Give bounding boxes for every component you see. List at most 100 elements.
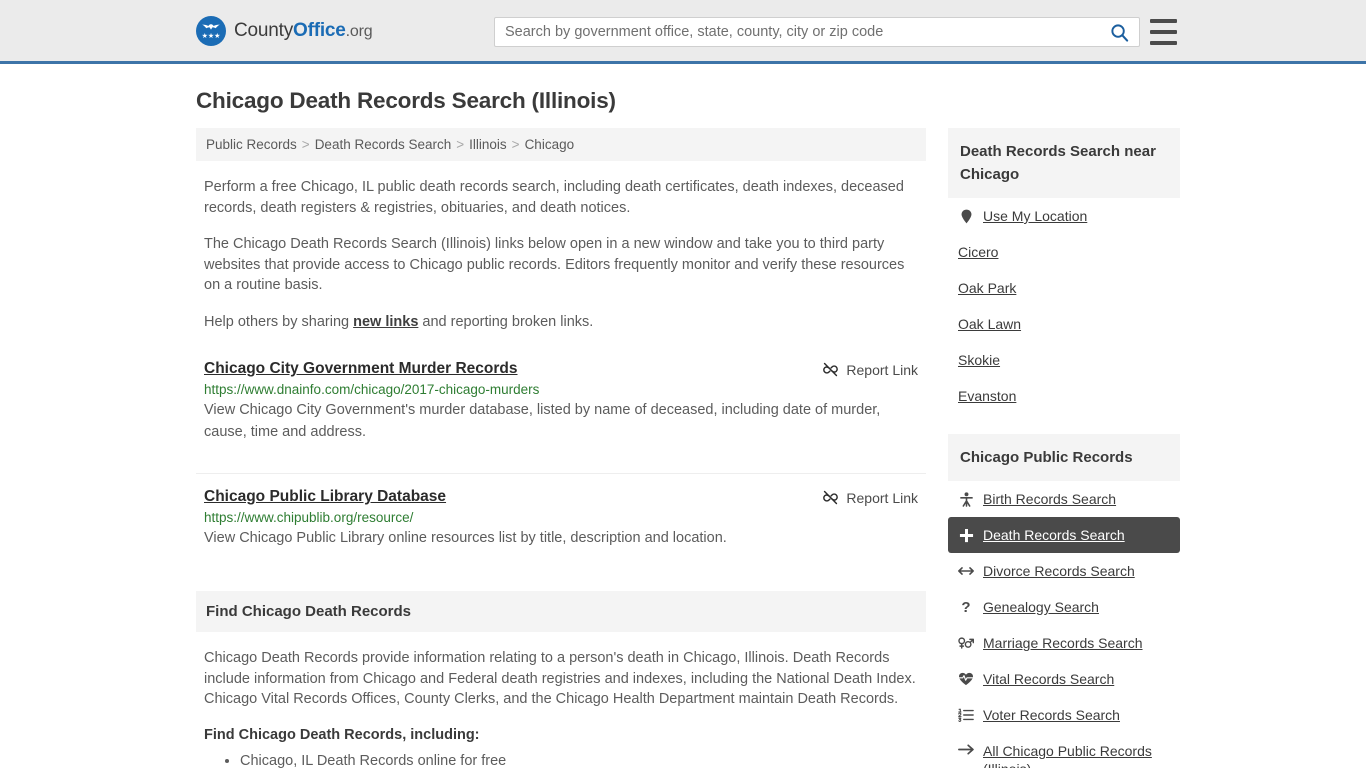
find-list-item: Chicago, IL Death Records online for fre… xyxy=(240,751,918,768)
records-item-voter-records-search[interactable]: Voter Records Search xyxy=(948,697,1180,733)
logo-text-office: Office xyxy=(293,19,346,41)
sidebar-item-label: Cicero xyxy=(958,244,999,260)
hamburger-menu-icon[interactable] xyxy=(1150,19,1177,45)
sidebar-item-label: Death Records Search xyxy=(983,527,1125,543)
public-records-list: Birth Records Search Death Records Search… xyxy=(948,481,1180,768)
result-description: View Chicago City Government's murder da… xyxy=(204,402,881,440)
logo-text-county: County xyxy=(234,19,294,41)
report-link-button[interactable]: Report Link xyxy=(822,360,918,378)
records-item-marriage-records-search[interactable]: Marriage Records Search xyxy=(948,625,1180,661)
eagle-stars-seal-icon: ★★★ xyxy=(196,15,226,46)
sidebar-item-label: Birth Records Search xyxy=(983,491,1117,507)
main-content: Public Records > Death Records Search > Illi… xyxy=(196,128,926,768)
page-container: Chicago Death Records Search (Illinois) … xyxy=(0,88,1366,768)
results-list: Chicago City Government Murder Records Re… xyxy=(196,346,926,565)
search-icon xyxy=(1110,23,1128,42)
arrow-right-icon xyxy=(958,742,974,756)
sidebar: Death Records Search near Chicago Use My… xyxy=(948,128,1180,768)
intro-paragraph-1: Perform a free Chicago, IL public death … xyxy=(204,179,904,216)
arrow-right-icon xyxy=(958,744,974,755)
result-url: https://www.chipublib.org/resource/ xyxy=(204,510,414,525)
report-link-button[interactable]: Report Link xyxy=(822,488,918,506)
sidebar-item-label: Vital Records Search xyxy=(983,671,1115,687)
search-button[interactable] xyxy=(1099,18,1139,46)
records-item-genealogy-search[interactable]: ? Genealogy Search xyxy=(948,589,1180,625)
result-header: Chicago Public Library Database Report Li… xyxy=(204,488,918,506)
site-header: ★★★ CountyOffice.org xyxy=(0,0,1366,64)
result-header: Chicago City Government Murder Records Re… xyxy=(204,360,918,378)
find-section-paragraph: Chicago Death Records provide informatio… xyxy=(204,650,916,707)
nearby-item-use-my-location[interactable]: Use My Location xyxy=(948,198,1180,234)
result-title-link[interactable]: Chicago City Government Murder Records xyxy=(204,360,518,378)
breadcrumb: Public Records > Death Records Search > Illi… xyxy=(196,128,926,161)
broken-link-icon xyxy=(823,490,839,505)
seal-stars: ★★★ xyxy=(201,32,221,40)
intro-paragraph-2: The Chicago Death Records Search (Illino… xyxy=(204,236,905,293)
baby-icon xyxy=(959,491,973,507)
left-right-arrow-icon xyxy=(958,565,974,577)
sidebar-item-label: Skokie xyxy=(958,352,1001,368)
question-mark-icon: ? xyxy=(961,598,971,616)
broken-link-icon xyxy=(823,362,839,377)
breadcrumb-separator: > xyxy=(456,137,465,152)
sidebar-item-label: Use My Location xyxy=(983,208,1088,224)
result-title-link[interactable]: Chicago Public Library Database xyxy=(204,488,446,506)
public-records-card: Chicago Public Records Birth Records Sea… xyxy=(948,434,1180,768)
records-item-divorce-records-search[interactable]: Divorce Records Search xyxy=(948,553,1180,589)
report-link-label: Report Link xyxy=(846,489,918,506)
site-logo[interactable]: ★★★ CountyOffice.org xyxy=(196,15,373,46)
result-item: Chicago City Government Murder Records Re… xyxy=(196,346,926,459)
venus-mars-icon xyxy=(958,636,974,650)
heartbeat-icon xyxy=(958,672,974,686)
share-text-before: Help others by sharing xyxy=(204,313,354,330)
breadcrumb-separator: > xyxy=(301,137,310,152)
sidebar-item-label: Voter Records Search xyxy=(983,707,1120,723)
nearby-item-evanston[interactable]: Evanston xyxy=(948,378,1180,414)
sidebar-item-label: All Chicago Public Records (Illinois) xyxy=(983,743,1152,768)
records-item-death-records-search[interactable]: Death Records Search xyxy=(948,517,1180,553)
report-link-label: Report Link xyxy=(846,361,918,378)
nearby-searches-card: Death Records Search near Chicago Use My… xyxy=(948,128,1180,414)
baby-icon xyxy=(958,491,974,507)
ordered-list-icon xyxy=(958,708,974,722)
nearby-item-oak-lawn[interactable]: Oak Lawn xyxy=(948,306,1180,342)
sidebar-item-label: Divorce Records Search xyxy=(983,563,1135,579)
venus-mars-icon xyxy=(958,637,974,649)
breadcrumb-item[interactable]: Public Records xyxy=(206,137,297,152)
nearby-item-skokie[interactable]: Skokie xyxy=(948,342,1180,378)
nearby-searches-heading: Death Records Search near Chicago xyxy=(948,128,1180,198)
cross-icon xyxy=(959,528,973,542)
breadcrumb-separator: > xyxy=(511,137,520,152)
left-right-arrow-icon xyxy=(958,567,974,575)
sidebar-item-label: Evanston xyxy=(958,388,1017,404)
search-input[interactable] xyxy=(495,18,1099,46)
map-pin-icon xyxy=(958,209,974,224)
search-bar[interactable] xyxy=(494,17,1140,47)
records-item-vital-records-search[interactable]: Vital Records Search xyxy=(948,661,1180,697)
nearby-item-cicero[interactable]: Cicero xyxy=(948,234,1180,270)
question-mark-icon: ? xyxy=(958,600,974,615)
result-description: View Chicago Public Library online resou… xyxy=(204,530,727,546)
breadcrumb-item[interactable]: Chicago xyxy=(525,137,575,152)
nearby-item-oak-park[interactable]: Oak Park xyxy=(948,270,1180,306)
records-item-all-chicago-public-records-illinois[interactable]: All Chicago Public Records (Illinois) xyxy=(948,733,1180,768)
find-section-heading: Find Chicago Death Records xyxy=(196,591,926,632)
cross-icon xyxy=(958,528,974,543)
find-section-list: Chicago, IL Death Records online for fre… xyxy=(204,751,918,768)
site-logo-text: CountyOffice.org xyxy=(234,19,373,42)
map-pin-icon xyxy=(961,209,971,223)
sidebar-item-label: Oak Lawn xyxy=(958,316,1022,332)
public-records-heading: Chicago Public Records xyxy=(948,434,1180,481)
sidebar-item-label: Marriage Records Search xyxy=(983,635,1143,651)
intro-paragraph-3: Help others by sharing new links and rep… xyxy=(196,312,926,333)
new-links-link[interactable]: new links xyxy=(353,314,418,330)
find-section-body: Chicago Death Records provide informatio… xyxy=(196,648,926,768)
nearby-searches-list: Use My Location Cicero Oak Park Oak Lawn Sko… xyxy=(948,198,1180,414)
breadcrumb-item[interactable]: Death Records Search xyxy=(315,137,452,152)
records-item-birth-records-search[interactable]: Birth Records Search xyxy=(948,481,1180,517)
result-url: https://www.dnainfo.com/chicago/2017-chi… xyxy=(204,382,540,397)
heartbeat-icon xyxy=(958,672,974,686)
logo-text-org: .org xyxy=(345,22,373,40)
breadcrumb-item[interactable]: Illinois xyxy=(469,137,507,152)
sidebar-item-label: Genealogy Search xyxy=(983,599,1099,615)
